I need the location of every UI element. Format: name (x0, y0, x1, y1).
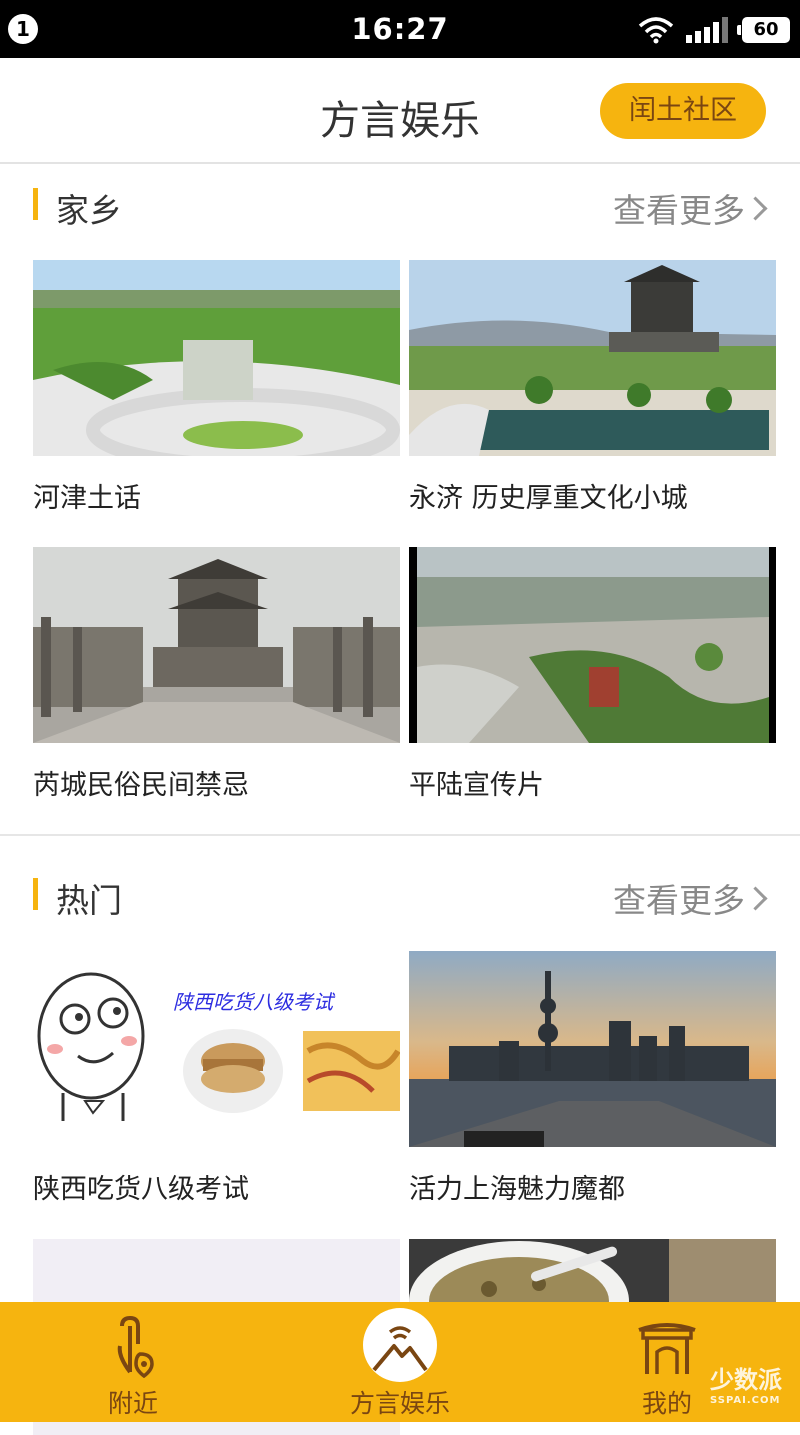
signal-icon (686, 17, 728, 43)
thumbnail-text: 陕西吃货八级考试 (173, 990, 336, 1014)
section-divider (0, 834, 800, 836)
view-more-label: 查看更多 (613, 881, 745, 920)
thumbnail-image: 陕西吃货八级考试 (33, 951, 400, 1147)
watermark: 少数派 SSPAI.COM (710, 1360, 782, 1406)
top-header: 方言娱乐 闰土社区 (0, 58, 800, 164)
bottom-tab-bar: 附近 方言娱乐 我的 (0, 1302, 800, 1422)
tab-nearby[interactable]: 附近 (0, 1302, 266, 1422)
thumbnail-image (409, 260, 776, 456)
card-caption: 陕西吃货八级考试 (33, 1174, 249, 1205)
video-card[interactable]: 陕西吃货八级考试 陕西吃货八级考试 (33, 951, 400, 1206)
card-caption: 芮城民俗民间禁忌 (33, 770, 249, 801)
tab-label: 方言娱乐 (349, 1389, 450, 1418)
card-caption: 平陆宣传片 (409, 770, 544, 801)
video-card[interactable]: 河津土话 (33, 260, 400, 515)
battery-icon: 60 (737, 17, 790, 43)
card-caption: 河津土话 (33, 483, 141, 514)
section-header-hometown: 家乡 查看更多 (0, 180, 800, 230)
status-bar: 1 16:27 60 (0, 0, 800, 58)
mountain-signal-icon (372, 1326, 428, 1372)
chevron-right-icon (743, 885, 768, 911)
chevron-right-icon (743, 195, 768, 221)
thumbnail-image (409, 547, 776, 743)
view-more-link[interactable]: 查看更多 (613, 874, 768, 922)
video-card[interactable]: 芮城民俗民间禁忌 (33, 547, 400, 802)
watermark-name: 少数派 (710, 1366, 782, 1394)
wifi-icon (638, 17, 674, 44)
community-button[interactable]: 闰土社区 (600, 83, 766, 139)
section-title: 热门 (56, 881, 122, 920)
location-pin-icon (117, 1316, 154, 1378)
thumbnail-image (33, 260, 400, 456)
section-title: 家乡 (56, 191, 122, 230)
thumbnail-image (33, 547, 400, 743)
section-accent-bar (33, 878, 38, 910)
view-more-label: 查看更多 (613, 191, 745, 230)
video-card[interactable]: 平陆宣传片 (409, 547, 776, 802)
view-more-link[interactable]: 查看更多 (613, 184, 768, 232)
thumbnail-image (409, 951, 776, 1147)
section-header-popular: 热门 查看更多 (0, 870, 800, 920)
gate-icon (638, 1323, 696, 1374)
card-caption: 永济 历史厚重文化小城 (409, 483, 688, 514)
video-card[interactable]: 永济 历史厚重文化小城 (409, 260, 776, 515)
card-caption: 活力上海魅力魔都 (409, 1174, 625, 1205)
tab-dialect-entertainment[interactable]: 方言娱乐 (267, 1302, 533, 1422)
tab-label: 附近 (107, 1389, 158, 1418)
watermark-url: SSPAI.COM (710, 1395, 781, 1406)
section-accent-bar (33, 188, 38, 220)
video-card[interactable]: 活力上海魅力魔都 (409, 951, 776, 1206)
